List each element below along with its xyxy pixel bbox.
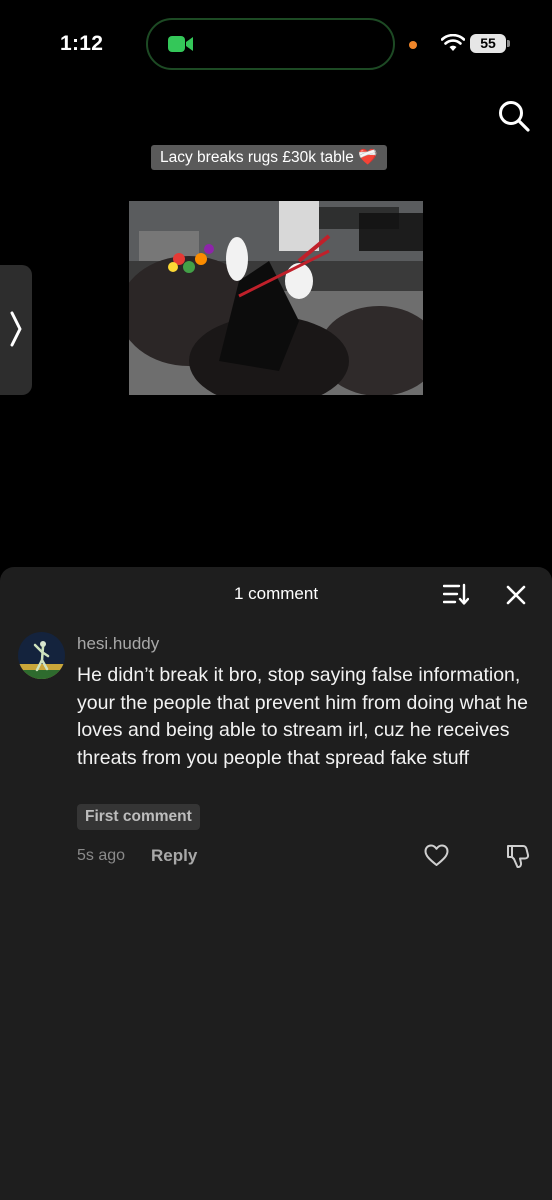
side-panel-toggle[interactable] bbox=[0, 265, 32, 395]
comment-text: He didn’t break it bro, stop saying fals… bbox=[77, 664, 528, 769]
video-caption: Lacy breaks rugs £30k table ❤️‍🩹 bbox=[151, 145, 387, 170]
comments-count-title: 1 comment bbox=[233, 584, 319, 603]
video-frame bbox=[129, 201, 423, 395]
search-icon[interactable] bbox=[496, 98, 532, 134]
comment-timestamp: 5s ago bbox=[77, 847, 126, 864]
battery-indicator: 55 bbox=[470, 34, 506, 53]
chevron-right-icon bbox=[10, 311, 22, 347]
heart-icon[interactable] bbox=[424, 844, 449, 867]
video-player[interactable] bbox=[129, 201, 423, 395]
wifi-icon bbox=[441, 34, 465, 51]
comment-username[interactable]: hesi.huddy bbox=[77, 634, 159, 654]
reply-button[interactable]: Reply bbox=[151, 846, 197, 866]
dynamic-island[interactable] bbox=[146, 18, 395, 70]
dislike-icon[interactable] bbox=[506, 843, 530, 869]
close-icon[interactable] bbox=[506, 585, 526, 605]
battery-tip bbox=[507, 40, 510, 47]
mic-indicator bbox=[409, 41, 417, 49]
status-time: 1:12 bbox=[60, 32, 104, 55]
comments-sheet: 1 comment hesi.huddy He didn’t break it … bbox=[0, 567, 552, 1200]
caption-text: Lacy breaks rugs £30k table bbox=[160, 149, 354, 166]
avatar-image bbox=[18, 632, 65, 679]
avatar[interactable] bbox=[18, 632, 65, 679]
sort-icon[interactable] bbox=[443, 583, 469, 605]
facetime-icon bbox=[168, 36, 193, 52]
first-comment-badge: First comment bbox=[77, 804, 200, 830]
mending-heart-emoji: ❤️‍🩹 bbox=[358, 149, 378, 166]
